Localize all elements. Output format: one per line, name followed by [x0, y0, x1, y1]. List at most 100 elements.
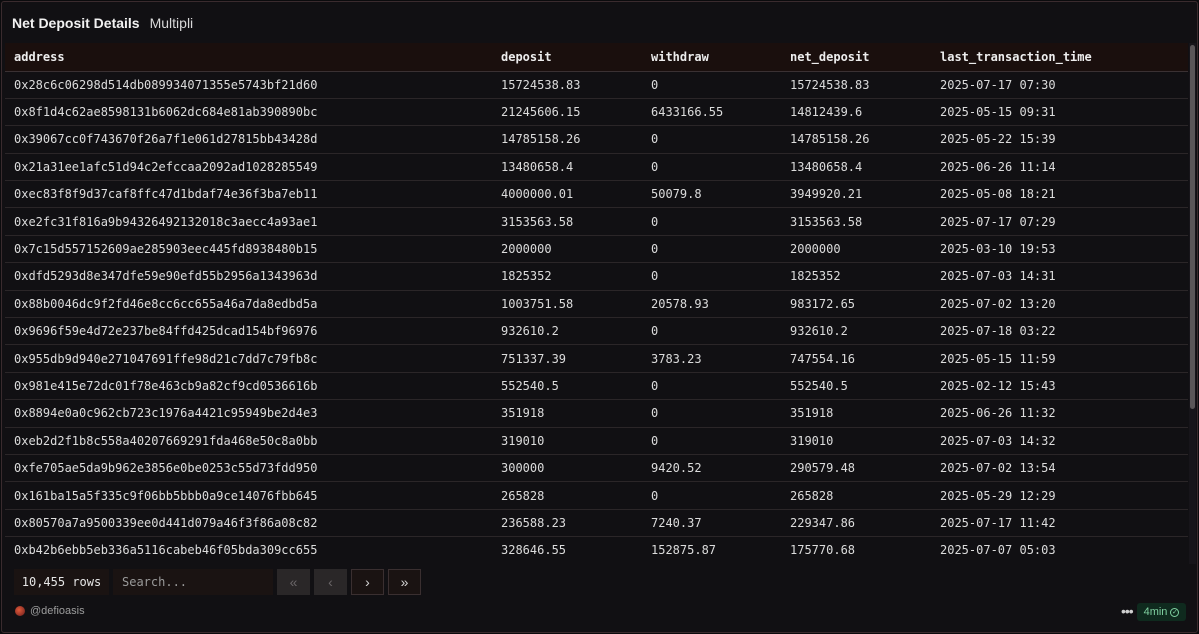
cell-withdraw: 6433166.55	[651, 105, 724, 120]
cell-net-deposit: 351918	[790, 406, 834, 421]
table-body: 0x28c6c06298d514db089934071355e5743bf21d…	[5, 71, 1188, 564]
cell-address: 0xb42b6ebb5eb336a5116cabeb46f05bda309cc6…	[14, 543, 318, 558]
table-row[interactable]: 0xfe705ae5da9b962e3856e0be0253c55d73fdd9…	[5, 454, 1188, 482]
table-row[interactable]: 0x21a31ee1afc51d94c2efccaa2092ad10282855…	[5, 153, 1188, 181]
search-input[interactable]	[113, 569, 273, 595]
cell-deposit: 300000	[501, 461, 545, 476]
cell-address: 0x955db9d940e271047691ffe98d21c7dd7c79fb…	[14, 351, 318, 366]
cell-withdraw: 7240.37	[651, 515, 702, 530]
cell-deposit: 751337.39	[501, 351, 567, 366]
table-row[interactable]: 0x28c6c06298d514db089934071355e5743bf21d…	[5, 71, 1188, 99]
cell-deposit: 351918	[501, 406, 545, 421]
cell-address: 0x9696f59e4d72e237be84ffd425dcad154bf969…	[14, 324, 318, 339]
cell-deposit: 15724538.83	[501, 77, 581, 92]
cell-deposit: 319010	[501, 433, 545, 448]
avatar	[15, 606, 25, 616]
column-header-address[interactable]: address	[5, 43, 492, 72]
cell-withdraw: 0	[651, 242, 659, 257]
next-page-button[interactable]: ›	[351, 569, 384, 595]
scrollbar-thumb[interactable]	[1190, 45, 1195, 409]
author-name[interactable]: @defioasis	[30, 605, 85, 617]
column-header-net-deposit[interactable]: net_deposit	[781, 43, 931, 72]
cell-last-transaction-time: 2025-06-26 11:14	[940, 159, 1056, 174]
cell-deposit: 21245606.15	[501, 105, 581, 120]
cell-withdraw: 0	[651, 132, 659, 147]
cell-deposit: 2000000	[501, 242, 552, 257]
cell-withdraw: 0	[651, 324, 659, 339]
cell-last-transaction-time: 2025-05-15 09:31	[940, 105, 1056, 120]
table-row[interactable]: 0x9696f59e4d72e237be84ffd425dcad154bf969…	[5, 318, 1188, 345]
cell-address: 0xe2fc31f816a9b94326492132018c3aecc4a93a…	[14, 214, 318, 229]
table-scrollbar[interactable]	[1189, 43, 1196, 564]
table-row[interactable]: 0x955db9d940e271047691ffe98d21c7dd7c79fb…	[5, 345, 1188, 373]
check-circle-icon: ✓	[1170, 607, 1180, 617]
column-header-last-transaction-time[interactable]: last_transaction_time	[931, 43, 1188, 72]
cell-deposit: 552540.5	[501, 378, 559, 393]
cell-last-transaction-time: 2025-07-17 07:30	[940, 77, 1056, 92]
cell-last-transaction-time: 2025-07-07 05:03	[940, 543, 1056, 558]
cell-withdraw: 20578.93	[651, 296, 709, 311]
last-page-button[interactable]: »	[388, 569, 421, 595]
row-count-label: 10,455 rows	[14, 569, 109, 595]
table-row[interactable]: 0x8f1d4c62ae8598131b6062dc684e81ab390890…	[5, 98, 1188, 126]
cell-withdraw: 0	[651, 406, 659, 421]
cell-withdraw: 9420.52	[651, 461, 702, 476]
panel-subtitle: Multipli	[149, 15, 194, 31]
table-row[interactable]: 0x39067cc0f743670f26a7f1e061d27815bb4342…	[5, 126, 1188, 154]
cell-deposit: 14785158.26	[501, 132, 581, 147]
cell-deposit: 3153563.58	[501, 214, 574, 229]
more-options-icon[interactable]: •••	[1121, 603, 1134, 619]
cell-net-deposit: 932610.2	[790, 324, 848, 339]
cell-last-transaction-time: 2025-03-10 19:53	[940, 242, 1056, 257]
previous-page-button[interactable]: ‹	[314, 569, 347, 595]
cell-withdraw: 0	[651, 433, 659, 448]
cell-net-deposit: 983172.65	[790, 296, 856, 311]
cell-deposit: 1825352	[501, 269, 552, 284]
table-row[interactable]: 0x88b0046dc9f2fd46e8cc6cc655a46a7da8edbd…	[5, 290, 1188, 318]
refresh-status-badge[interactable]: 4min ✓	[1137, 603, 1186, 621]
cell-deposit: 13480658.4	[501, 159, 574, 174]
table-row[interactable]: 0xe2fc31f816a9b94326492132018c3aecc4a93a…	[5, 208, 1188, 236]
table-row[interactable]: 0xec83f8f9d37caf8ffc47d1bdaf74e36f3ba7eb…	[5, 181, 1188, 208]
cell-address: 0x88b0046dc9f2fd46e8cc6cc655a46a7da8edbd…	[14, 296, 318, 311]
results-table-container: address deposit withdraw net_deposit las…	[5, 43, 1188, 564]
cell-net-deposit: 15724538.83	[790, 77, 870, 92]
cell-address: 0xdfd5293d8e347dfe59e90efd55b2956a134396…	[14, 269, 318, 284]
table-row[interactable]: 0x7c15d557152609ae285903eec445fd8938480b…	[5, 235, 1188, 263]
cell-net-deposit: 1825352	[790, 269, 841, 284]
panel-title: Net Deposit Details	[12, 15, 140, 31]
cell-net-deposit: 13480658.4	[790, 159, 863, 174]
cell-net-deposit: 14785158.26	[790, 132, 870, 147]
cell-withdraw: 152875.87	[651, 543, 717, 558]
refresh-age-label: 4min	[1143, 606, 1168, 618]
table-row[interactable]: 0xb42b6ebb5eb336a5116cabeb46f05bda309cc6…	[5, 537, 1188, 564]
author-credit[interactable]: @defioasis	[15, 605, 85, 617]
cell-net-deposit: 175770.68	[790, 543, 856, 558]
cell-address: 0x981e415e72dc01f78e463cb9a82cf9cd053661…	[14, 378, 318, 393]
cell-deposit: 932610.2	[501, 324, 559, 339]
cell-last-transaction-time: 2025-07-17 07:29	[940, 214, 1056, 229]
cell-deposit: 265828	[501, 488, 545, 503]
table-row[interactable]: 0x80570a7a9500339ee0d441d079a46f3f86a08c…	[5, 509, 1188, 537]
table-row[interactable]: 0xdfd5293d8e347dfe59e90efd55b2956a134396…	[5, 263, 1188, 291]
cell-deposit: 236588.23	[501, 515, 567, 530]
cell-last-transaction-time: 2025-05-22 15:39	[940, 132, 1056, 147]
cell-withdraw: 3783.23	[651, 351, 702, 366]
cell-address: 0x39067cc0f743670f26a7f1e061d27815bb4342…	[14, 132, 318, 147]
cell-address: 0x80570a7a9500339ee0d441d079a46f3f86a08c…	[14, 515, 318, 530]
table-row[interactable]: 0x8894e0a0c962cb723c1976a4421c95949be2d4…	[5, 400, 1188, 428]
cell-net-deposit: 229347.86	[790, 515, 856, 530]
cell-address: 0xec83f8f9d37caf8ffc47d1bdaf74e36f3ba7eb…	[14, 187, 318, 202]
table-row[interactable]: 0x161ba15a5f335c9f06bb5bbb0a9ce14076fbb6…	[5, 482, 1188, 510]
cell-withdraw: 0	[651, 77, 659, 92]
cell-last-transaction-time: 2025-07-02 13:20	[940, 296, 1056, 311]
table-row[interactable]: 0x981e415e72dc01f78e463cb9a82cf9cd053661…	[5, 372, 1188, 400]
first-page-button[interactable]: «	[277, 569, 310, 595]
column-header-withdraw[interactable]: withdraw	[642, 43, 781, 72]
cell-last-transaction-time: 2025-07-03 14:32	[940, 433, 1056, 448]
table-row[interactable]: 0xeb2d2f1b8c558a40207669291fda468e50c8a0…	[5, 427, 1188, 455]
cell-net-deposit: 319010	[790, 433, 834, 448]
cell-deposit: 328646.55	[501, 543, 567, 558]
cell-address: 0x161ba15a5f335c9f06bb5bbb0a9ce14076fbb6…	[14, 488, 318, 503]
column-header-deposit[interactable]: deposit	[492, 43, 642, 72]
